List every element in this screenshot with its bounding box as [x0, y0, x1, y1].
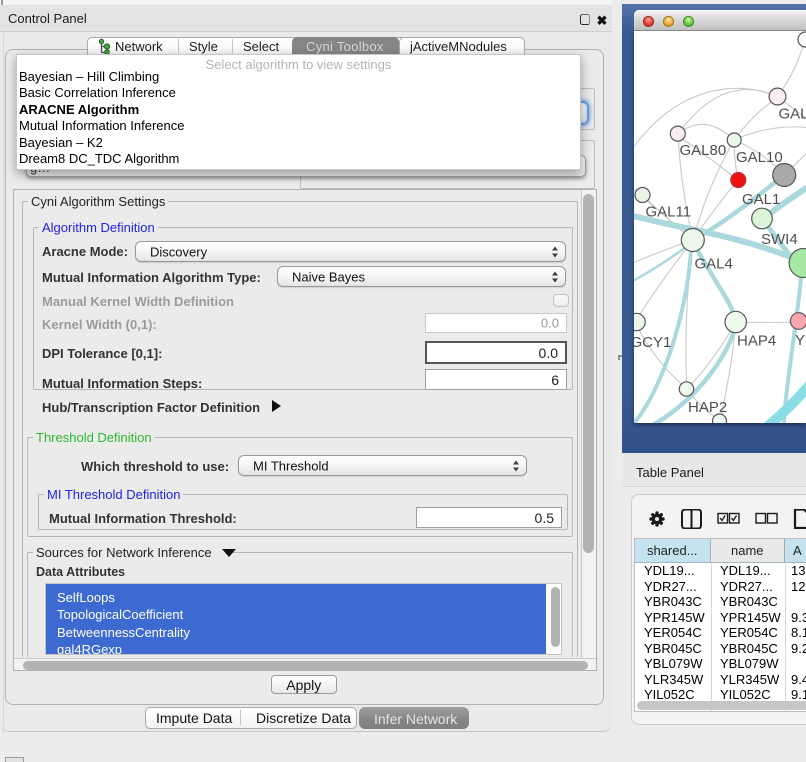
- svg-text:HAP4: HAP4: [737, 333, 776, 350]
- svg-text:HAP2: HAP2: [688, 399, 727, 416]
- svg-text:GAL4: GAL4: [695, 256, 733, 273]
- svg-text:GAL10: GAL10: [736, 149, 783, 166]
- svg-text:GAL80: GAL80: [680, 142, 727, 159]
- svg-text:GAL1: GAL1: [742, 191, 780, 208]
- svg-text:SWI4: SWI4: [761, 231, 798, 248]
- svg-text:Y: Y: [795, 332, 805, 349]
- svg-text:GAL11: GAL11: [646, 203, 692, 220]
- svg-text:GCY1: GCY1: [634, 334, 671, 351]
- svg-text:GAL7: GAL7: [779, 106, 806, 123]
